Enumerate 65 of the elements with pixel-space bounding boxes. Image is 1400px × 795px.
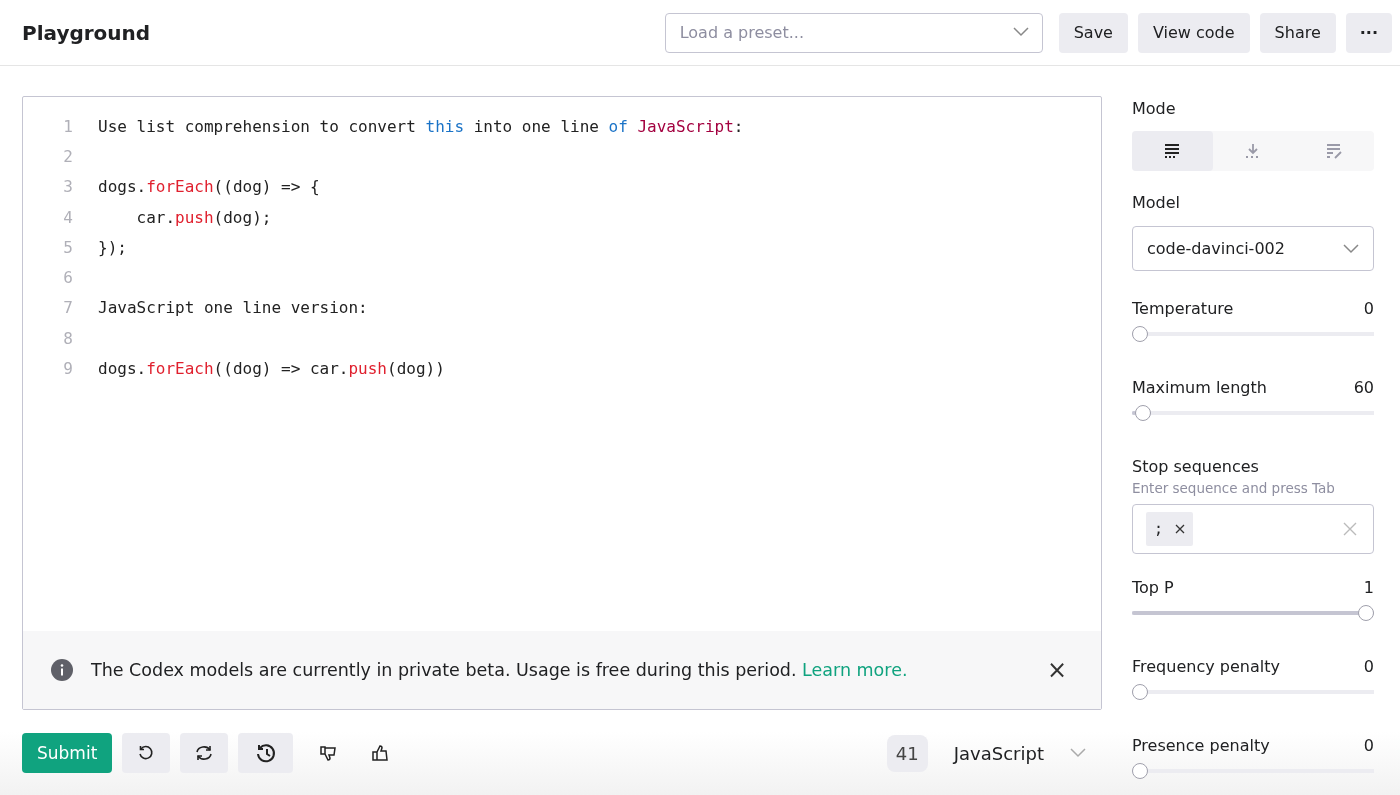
- slider-value: 1: [1363, 578, 1374, 598]
- model-dropdown[interactable]: code-davinci-002: [1132, 226, 1374, 271]
- code-line: });: [98, 237, 127, 257]
- insert-icon: [1245, 143, 1261, 159]
- header-button[interactable]: Save: [1058, 12, 1128, 53]
- slider-thumb[interactable]: [1135, 405, 1152, 421]
- page-title: Playground: [22, 20, 151, 45]
- chevron-down-icon: [1070, 748, 1086, 758]
- chevron-down-icon: [1012, 26, 1029, 37]
- slider-label: Presence penalty: [1132, 736, 1270, 756]
- thumbs-up-icon[interactable]: [371, 744, 390, 762]
- slider-value: 0: [1363, 657, 1374, 677]
- line-number: 4: [62, 207, 74, 227]
- undo-button[interactable]: [122, 733, 171, 773]
- slider-thumb[interactable]: [1132, 763, 1148, 779]
- model-label: Model: [1132, 193, 1182, 212]
- thumbs-down-icon[interactable]: [319, 744, 338, 762]
- history-button[interactable]: [238, 733, 294, 773]
- mode-label: Mode: [1132, 99, 1177, 118]
- slider-value: 0: [1363, 299, 1374, 319]
- chevron-down-icon: [1343, 243, 1359, 254]
- close-button[interactable]: ×: [1040, 656, 1073, 684]
- slider-label: Frequency penalty: [1132, 657, 1280, 677]
- history-icon: [254, 742, 277, 764]
- stop-sequences-field[interactable]: ;: [1132, 504, 1374, 554]
- line-number: 7: [62, 298, 74, 318]
- code-line: dogs.forEach((dog) => car.push(dog)): [98, 359, 445, 378]
- notice-text: The Codex models are currently in private beta. Usage is free during this period. Learn more.: [91, 660, 909, 680]
- code-line: car.push(dog);: [135, 207, 272, 227]
- code-line: JavaScript one line version:: [98, 298, 368, 318]
- line-number: 3: [62, 177, 74, 197]
- close-icon[interactable]: [1175, 524, 1186, 534]
- slider-value: 60: [1353, 378, 1374, 398]
- stop-sequences-label: Stop sequences: [1132, 457, 1260, 476]
- edit-icon: [1325, 143, 1342, 159]
- slider-thumb[interactable]: [1132, 684, 1148, 700]
- header-button[interactable]: View code: [1137, 12, 1250, 53]
- slider-label: Maximum length: [1132, 378, 1267, 398]
- sequence-chip[interactable]: ;: [1146, 512, 1194, 546]
- line-number: 1: [62, 116, 74, 136]
- slider-thumb[interactable]: [1132, 326, 1148, 342]
- header-button[interactable]: Share: [1259, 12, 1336, 53]
- regenerate-button[interactable]: [180, 733, 229, 773]
- more-button[interactable]: ···: [1345, 12, 1392, 53]
- code-line: dogs.forEach((dog) => {: [98, 177, 320, 197]
- slider-value: 0: [1363, 736, 1374, 756]
- language-dropdown[interactable]: JavaScript: [937, 742, 1102, 764]
- slider-label: Temperature: [1132, 299, 1234, 319]
- line-number: 6: [62, 268, 74, 288]
- refresh-icon: [194, 744, 215, 762]
- line-number: 9: [62, 359, 74, 378]
- code-line: Use list comprehension to convert this into one line of JavaScript:: [98, 116, 744, 136]
- lines-icon: [1164, 143, 1181, 159]
- code-editor[interactable]: [22, 96, 1102, 710]
- clear-icon[interactable]: [1343, 522, 1357, 536]
- hint-text: Enter sequence and press Tab: [1132, 480, 1336, 496]
- preset-dropdown[interactable]: Load a preset...: [664, 12, 1043, 53]
- line-number: 8: [62, 328, 74, 348]
- line-number: 5: [62, 237, 74, 257]
- token-count: 41: [886, 734, 928, 772]
- line-number: 2: [62, 146, 74, 166]
- slider-label: Top P: [1132, 578, 1174, 598]
- slider-thumb[interactable]: [1358, 605, 1374, 621]
- info-icon: [51, 659, 73, 681]
- mode-tab[interactable]: [1132, 131, 1213, 171]
